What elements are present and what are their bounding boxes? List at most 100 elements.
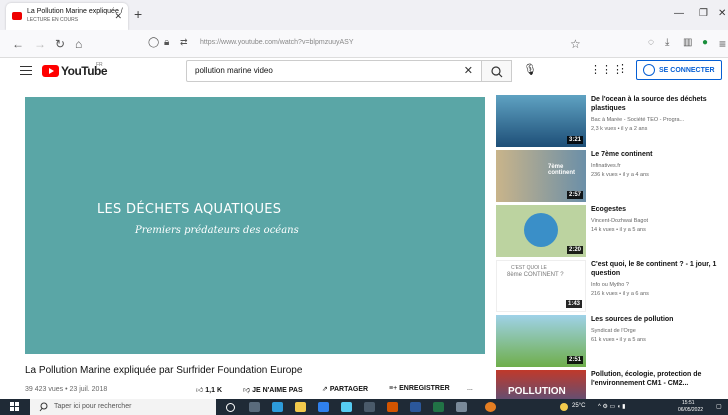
recommendation-channel[interactable]: Vincent-Dozhwai Bagot [591,218,648,224]
store-icon[interactable] [341,402,352,412]
clear-search-icon[interactable]: ✕ [464,64,473,77]
duration-badge: 2:51 [566,356,583,364]
search-button[interactable] [482,60,512,82]
downloads-icon[interactable]: ⤓ [665,37,669,48]
duration-badge: 2:20 [566,246,583,254]
firefox-icon[interactable] [485,402,496,412]
recommendation-title[interactable]: Les sources de pollution [591,315,726,324]
cortana-icon[interactable] [226,403,235,412]
recommendation-item[interactable]: 7ème continent 2:57 Le 7ème continent In… [496,150,728,202]
settings-more-icon[interactable]: ⋮ [617,62,628,75]
navigation-bar: ← → ↻ ⌂ ◯ 🔒︎ ⇄ https://www.youtube.com/w… [0,30,728,58]
browser-tab[interactable]: La Pollution Marine expliquée / LECTURE … [6,3,128,30]
mail-icon[interactable] [318,402,329,412]
windows-start-icon[interactable] [10,402,20,412]
video-player[interactable]: LES DÉCHETS AQUATIQUES Premiers prédateu… [25,97,485,354]
microphone-icon[interactable]: 🎙︎ [523,63,537,76]
video-thumbnail[interactable]: 2:51 [496,315,586,367]
video-title: La Pollution Marine expliquée par Surfri… [25,365,303,376]
recommendation-item[interactable]: C'EST QUOI LE 8ème CONTINENT ? 1:43 C'es… [496,260,728,312]
app-menu-icon[interactable]: ≡ [719,37,726,51]
country-code: FR [96,62,103,68]
word-icon[interactable] [410,402,421,412]
recommendation-channel[interactable]: Infinatives.fr [591,163,621,169]
library-icon[interactable]: ▥ [683,37,692,48]
thumbnail-line-1: C'EST QUOI LE [511,265,547,271]
taskbar-search-input[interactable]: Taper ici pour rechercher [30,399,216,415]
clock-time[interactable]: 15:51 [682,400,695,406]
restore-icon[interactable]: ❐ [699,8,708,19]
extension-icon[interactable]: ● [702,37,708,48]
notifications-icon[interactable]: ▢ [716,403,722,410]
recommendation-item[interactable]: 2:51 Les sources de pollution Syndicat d… [496,315,728,367]
recommendation-meta: 14 k vues • il y a 5 ans [591,227,646,233]
recommendation-meta: 2,3 k vues • il y a 2 ans [591,126,648,132]
recommendation-title[interactable]: Ecogestes [591,205,726,214]
app-icon[interactable] [456,402,467,412]
share-button[interactable]: ⇗ PARTAGER [322,385,368,393]
video-thumbnail[interactable]: 3:21 [496,95,586,147]
video-thumbnail[interactable]: 2:20 [496,205,586,257]
recommendation-channel[interactable]: Bac à Marée - Société TEO - Progra... [591,117,684,123]
like-count: 1,1 K [205,387,223,394]
dislike-label: JE N'AIME PAS [252,387,303,394]
task-view-icon[interactable] [249,402,260,412]
search-value: pollution marine video [195,66,273,75]
lock-icon[interactable]: 🔒︎ [164,37,169,48]
pocket-icon[interactable]: ◌ [648,37,654,48]
file-explorer-icon[interactable] [295,402,306,412]
url-field[interactable]: https://www.youtube.com/watch?v=blpmzuuy… [200,39,354,46]
video-thumbnail[interactable]: POLLUTION [496,370,586,399]
powerpoint-icon[interactable] [387,402,398,412]
menu-icon[interactable] [20,63,32,78]
sign-in-label: SE CONNECTER [659,67,715,74]
save-button[interactable]: ≡+ ENREGISTRER [389,385,450,392]
save-label: ENREGISTRER [399,385,450,392]
close-tab-icon[interactable]: ✕ [114,11,122,22]
video-meta: 39 423 vues • 23 juil. 2018 [25,386,108,393]
recommendation-title[interactable]: De l'ocean à la source des déchets plast… [591,95,726,113]
recommendation-channel[interactable]: Syndicat de l'Orge [591,328,636,334]
forward-icon[interactable]: → [34,37,46,51]
search-input[interactable]: pollution marine video ✕ [186,60,482,82]
excel-icon[interactable] [433,402,444,412]
bookmark-star-icon[interactable]: ☆ [570,37,581,51]
tab-status: LECTURE EN COURS [27,17,79,23]
duration-badge: 3:21 [566,136,583,144]
search-icon [39,402,48,412]
system-tray-icons[interactable]: ^ ⚙ ▭ ◖ ▮ [598,403,625,410]
recommendation-channel[interactable]: Info ou Mytho ? [591,282,629,288]
video-frame-title: LES DÉCHETS AQUATIQUES [97,202,282,217]
video-thumbnail[interactable]: 7ème continent 2:57 [496,150,586,202]
sign-in-button[interactable]: SE CONNECTER [636,60,722,80]
video-thumbnail[interactable]: C'EST QUOI LE 8ème CONTINENT ? 1:43 [496,260,586,312]
youtube-logo-icon[interactable] [42,65,59,77]
earth-illustration [524,213,558,247]
permissions-icon[interactable]: ⇄ [180,37,188,48]
thumbnail-line-2: 8ème CONTINENT ? [507,272,564,278]
edge-icon[interactable] [272,402,283,412]
dislike-button[interactable]: 👎︎ JE N'AIME PAS [243,385,303,394]
app-icon[interactable] [364,402,375,412]
close-window-icon[interactable]: ✕ [718,8,726,19]
recommendation-meta: 61 k vues • il y a 5 ans [591,337,646,343]
reload-icon[interactable]: ↻ [55,37,65,51]
recommendation-title[interactable]: Pollution, écologie, protection de l'env… [591,370,726,388]
clock-date[interactable]: 06/05/2022 [678,407,703,413]
shield-icon[interactable]: ◯ [148,37,159,48]
like-button[interactable]: 👍︎ 1,1 K [196,385,222,394]
more-actions-button[interactable]: ... [467,385,473,392]
recommendation-title[interactable]: C'est quoi, le 8e continent ? - 1 jour, … [591,260,726,278]
thumbnail-overlay-text: POLLUTION [508,386,566,397]
new-tab-icon[interactable]: + [134,6,142,22]
thumbs-up-icon: 👍︎ [196,387,204,394]
browser-tab-strip: La Pollution Marine expliquée / LECTURE … [0,0,728,30]
weather-temperature[interactable]: 25°C [572,403,585,409]
back-icon[interactable]: ← [12,37,24,51]
recommendation-title[interactable]: Le 7ème continent [591,150,726,159]
minimize-icon[interactable]: — [674,8,684,19]
recommendation-item[interactable]: POLLUTION Pollution, écologie, protectio… [496,370,728,399]
recommendation-item[interactable]: 3:21 De l'ocean à la source des déchets … [496,95,728,147]
recommendation-item[interactable]: 2:20 Ecogestes Vincent-Dozhwai Bagot 14 … [496,205,728,257]
home-icon[interactable]: ⌂ [75,37,82,51]
